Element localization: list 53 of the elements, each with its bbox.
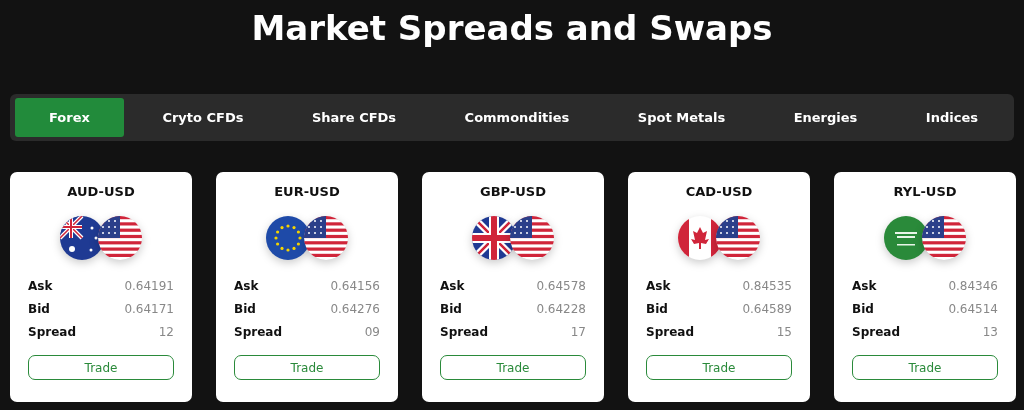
trade-button[interactable]: Trade (28, 355, 174, 380)
row-label: Ask (646, 278, 671, 293)
row-value: 13 (982, 324, 998, 339)
trade-button[interactable]: Trade (646, 355, 792, 380)
row-label: Ask (440, 278, 465, 293)
category-tab[interactable]: Energies (763, 98, 888, 137)
row-label: Spread (646, 324, 694, 339)
category-tab[interactable]: Spot Metals (607, 98, 756, 137)
row-value: 09 (364, 324, 380, 339)
row-label: Ask (852, 278, 877, 293)
currency-pair: GBP-USD (480, 183, 546, 201)
row-value: 0.64171 (124, 301, 174, 316)
american-flag-icon (716, 216, 760, 260)
row-value: 0.64514 (948, 301, 998, 316)
row-label: Bid (646, 301, 668, 316)
trade-button[interactable]: Trade (234, 355, 380, 380)
currency-pair: EUR-USD (274, 183, 340, 201)
row-label: Ask (234, 278, 259, 293)
trade-button[interactable]: Trade (440, 355, 586, 380)
row-label: Bid (440, 301, 462, 316)
row-label: Bid (234, 301, 256, 316)
american-flag-icon (922, 216, 966, 260)
row-value: 0.64276 (330, 301, 380, 316)
row-label: Spread (440, 324, 488, 339)
currency-pair: AUD-USD (67, 183, 135, 201)
category-tab[interactable]: Cryto CFDs (132, 98, 274, 137)
page-title: Market Spreads and Swaps (251, 7, 773, 50)
row-value: 0.64589 (742, 301, 792, 316)
american-flag-icon (510, 216, 554, 260)
currency-pair: RYL-USD (893, 183, 957, 201)
row-label: Spread (28, 324, 76, 339)
row-value: 0.64156 (330, 278, 380, 293)
category-tab[interactable]: Indices (895, 98, 1008, 137)
row-value: 0.64191 (124, 278, 174, 293)
row-value: 12 (158, 324, 174, 339)
trade-button[interactable]: Trade (852, 355, 998, 380)
category-tab[interactable]: Forex (15, 98, 124, 137)
currency-pair: CAD-USD (685, 183, 753, 201)
row-value: 0.84535 (742, 278, 792, 293)
row-label: Ask (28, 278, 53, 293)
american-flag-icon (304, 216, 348, 260)
row-value: 15 (776, 324, 792, 339)
row-label: Bid (28, 301, 50, 316)
row-label: Spread (852, 324, 900, 339)
row-label: Spread (234, 324, 282, 339)
row-value: 0.64228 (536, 301, 586, 316)
row-label: Bid (852, 301, 874, 316)
row-value: 0.84346 (948, 278, 998, 293)
category-tab[interactable]: Share CFDs (282, 98, 427, 137)
category-tab[interactable]: Commondities (434, 98, 600, 137)
row-value: 0.64578 (536, 278, 586, 293)
row-value: 17 (570, 324, 586, 339)
american-flag-icon (98, 216, 142, 260)
